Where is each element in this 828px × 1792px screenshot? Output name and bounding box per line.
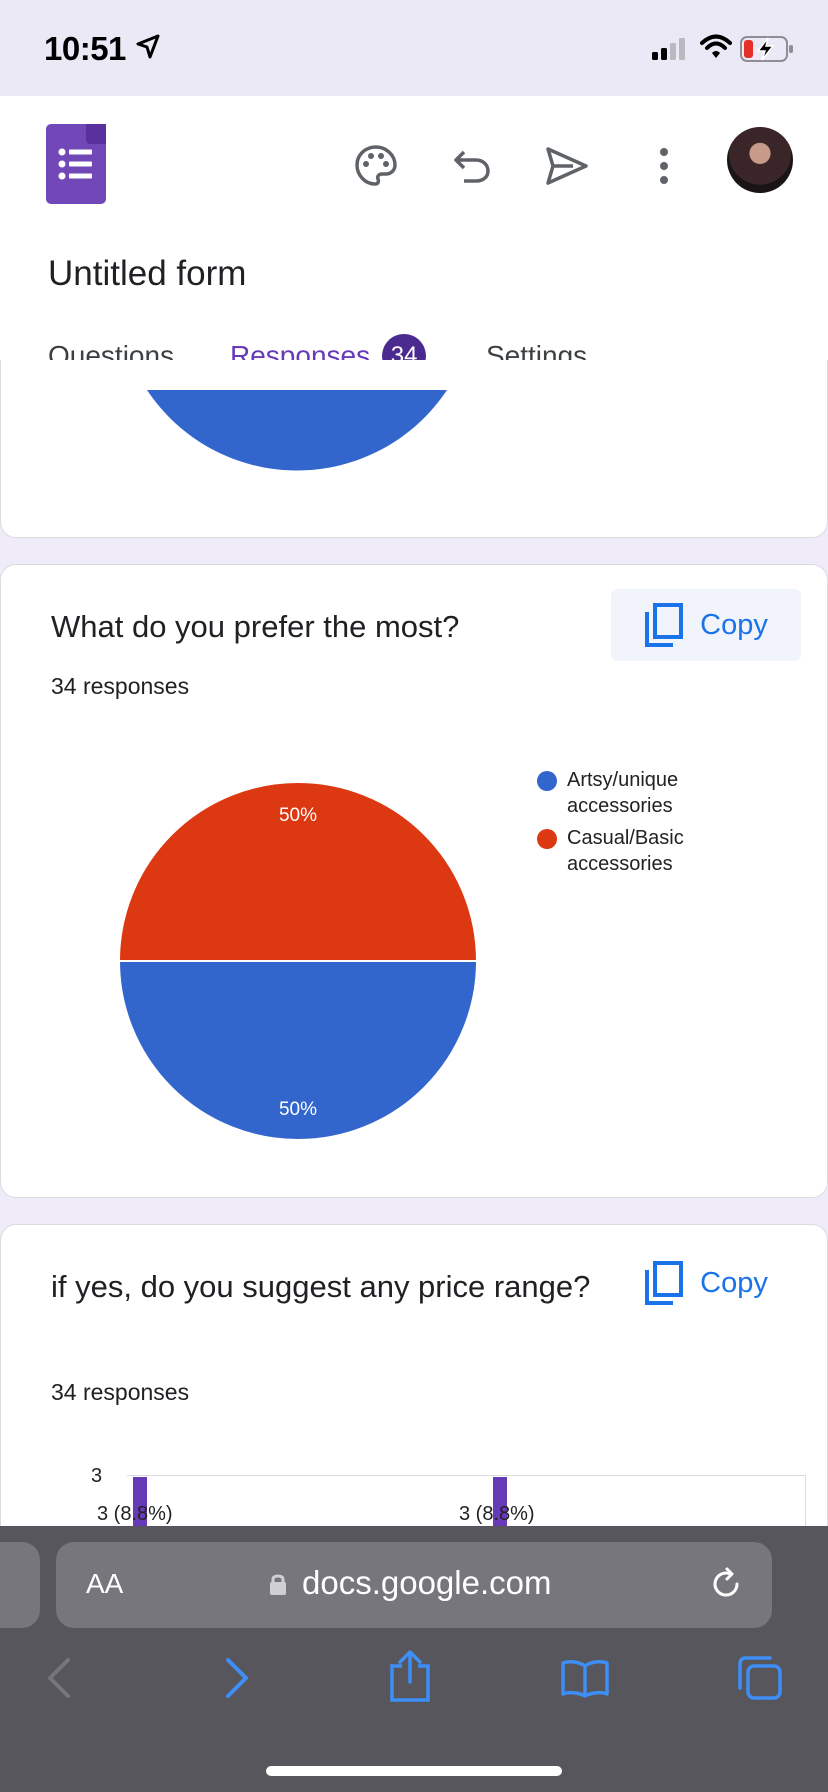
more-options-icon[interactable] xyxy=(632,134,696,198)
status-bar: 10:51 xyxy=(0,0,828,96)
back-icon[interactable] xyxy=(44,1656,74,1705)
pie-slice-label: 50% xyxy=(279,1099,317,1120)
palette-icon[interactable] xyxy=(344,134,408,198)
home-indicator[interactable] xyxy=(266,1766,562,1776)
pie-slice-partial xyxy=(147,390,447,471)
text-size-button[interactable]: AA xyxy=(86,1568,123,1600)
location-arrow-icon xyxy=(136,34,160,65)
response-count: 34 responses xyxy=(51,673,190,699)
status-time: 10:51 xyxy=(44,30,126,67)
safari-toolbar: AA docs.google.com xyxy=(0,1526,828,1792)
reload-icon[interactable] xyxy=(708,1566,744,1607)
copy-label: Copy xyxy=(700,1266,768,1299)
app-header: Untitled form Questions Responses 34 Set… xyxy=(0,96,828,390)
bookmarks-icon[interactable] xyxy=(560,1658,610,1703)
cellular-signal-icon xyxy=(652,38,688,65)
copy-chart-button[interactable]: Copy xyxy=(611,589,801,661)
copy-label: Copy xyxy=(700,608,768,641)
question-title: What do you prefer the most? xyxy=(51,609,460,644)
bar-data-label: 3 (8.8%) xyxy=(97,1503,173,1525)
legend-label: accessories xyxy=(567,795,673,817)
copy-icon xyxy=(645,1261,684,1305)
legend-item-casual: Casual/Basic accessories xyxy=(537,825,717,877)
copy-chart-button[interactable]: Copy xyxy=(611,1247,801,1319)
legend-item-artsy: Artsy/unique accessories xyxy=(537,767,717,819)
previous-pie-chart xyxy=(147,390,447,471)
chart-legend: Artsy/unique accessories Casual/Basic ac… xyxy=(537,767,717,883)
forward-icon[interactable] xyxy=(222,1656,252,1705)
y-tick-label: 3 xyxy=(91,1465,103,1487)
google-forms-logo[interactable] xyxy=(46,124,106,204)
legend-swatch xyxy=(537,771,557,791)
user-avatar[interactable] xyxy=(727,127,793,193)
send-icon[interactable] xyxy=(535,134,599,198)
previous-question-card xyxy=(0,360,828,538)
bar-data-label: 3 (8.8%) xyxy=(459,1503,535,1525)
lock-icon xyxy=(268,1572,288,1601)
copy-icon xyxy=(645,603,684,647)
question-title: if yes, do you suggest any price range? xyxy=(51,1269,591,1304)
tabs-icon[interactable] xyxy=(736,1654,784,1707)
battery-charging-icon xyxy=(740,36,794,67)
chart-gridline xyxy=(127,1475,805,1476)
response-count: 34 responses xyxy=(51,1379,190,1405)
address-bar[interactable]: AA docs.google.com xyxy=(56,1542,772,1628)
form-title[interactable]: Untitled form xyxy=(48,254,246,294)
legend-label: accessories xyxy=(567,853,673,875)
share-icon[interactable] xyxy=(388,1650,432,1707)
legend-swatch xyxy=(537,829,557,849)
legend-label: Casual/Basic xyxy=(567,827,684,849)
legend-label: Artsy/unique xyxy=(567,769,679,791)
pie-slice-label: 50% xyxy=(279,805,317,826)
undo-icon[interactable] xyxy=(440,134,504,198)
url-text: docs.google.com xyxy=(302,1564,552,1601)
wifi-icon xyxy=(700,34,732,65)
previous-tab-peek[interactable] xyxy=(0,1542,40,1628)
question-card-preference: What do you prefer the most? 34 response… xyxy=(0,564,828,1198)
